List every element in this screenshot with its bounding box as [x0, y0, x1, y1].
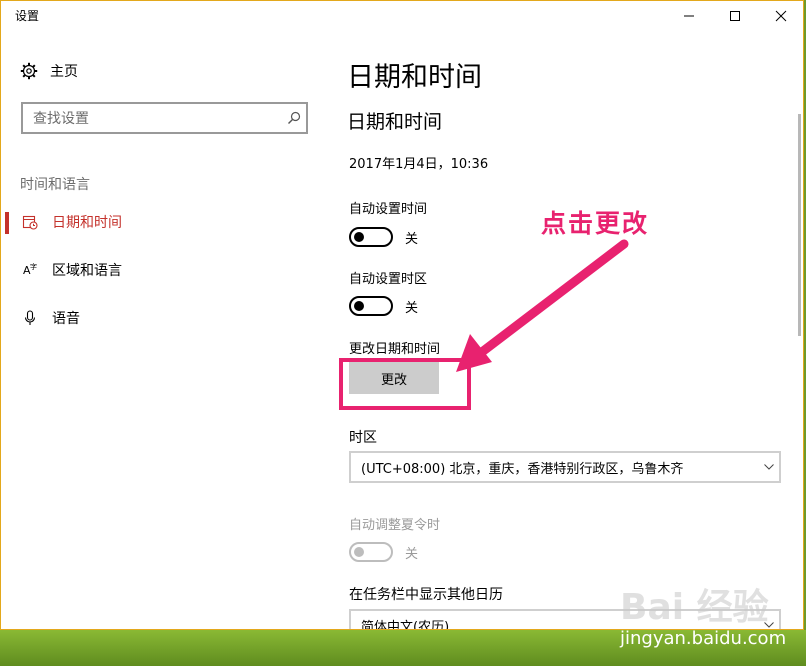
home-label: 主页	[50, 64, 78, 80]
annotation-text: 点击更改	[541, 209, 650, 238]
calendar-clock-icon	[22, 214, 38, 230]
timezone-value: (UTC+08:00) 北京，重庆，香港特别行政区，乌鲁木齐	[361, 461, 684, 477]
page-title: 日期和时间	[347, 62, 482, 93]
sidebar-item-label: 语音	[52, 311, 80, 327]
sidebar-item-label: 区域和语言	[52, 263, 122, 279]
svg-text:字: 字	[30, 262, 37, 271]
auto-timezone-toggle[interactable]	[349, 296, 393, 316]
search-icon[interactable]	[282, 111, 306, 125]
close-icon	[775, 10, 787, 22]
settings-window: 设置 主页 查找设置 时间和语言 日期和时间 A 字 区域和语言 语音 日期和时…	[0, 0, 804, 630]
sidebar: 主页 查找设置 时间和语言 日期和时间 A字 区域和语言 语音	[1, 31, 331, 629]
auto-time-label: 自动设置时间	[349, 202, 428, 217]
window-title: 设置	[15, 9, 40, 23]
dst-toggle	[349, 542, 393, 562]
microphone-icon	[22, 310, 38, 326]
timezone-label: 时区	[349, 430, 377, 446]
sidebar-item-region-language[interactable]: A字 区域和语言	[1, 250, 331, 290]
scrollbar[interactable]	[798, 114, 801, 336]
change-button-highlight	[339, 358, 471, 410]
sidebar-item-speech[interactable]: 语音	[1, 298, 331, 338]
toggle-knob	[354, 232, 364, 242]
watermark-url: jingyan.baidu.com	[620, 628, 787, 649]
sidebar-item-date-time[interactable]: 日期和时间	[1, 202, 331, 242]
auto-timezone-label: 自动设置时区	[349, 272, 428, 287]
search-input[interactable]: 查找设置	[23, 108, 282, 128]
baidu-watermark-logo: Bai 经验	[620, 587, 769, 628]
minimize-icon	[684, 15, 694, 17]
dst-label: 自动调整夏令时	[349, 518, 441, 533]
toggle-knob	[354, 547, 364, 557]
region-language-icon: A字	[22, 262, 38, 278]
dst-state: 关	[405, 547, 419, 562]
maximize-button[interactable]	[712, 1, 758, 31]
search-box[interactable]: 查找设置	[21, 102, 308, 134]
close-button[interactable]	[758, 1, 803, 31]
auto-time-toggle[interactable]	[349, 227, 393, 247]
maximize-icon	[730, 11, 740, 21]
auto-timezone-state: 关	[405, 301, 419, 316]
title-bar[interactable]: 设置	[1, 1, 803, 31]
change-datetime-label: 更改日期和时间	[349, 342, 441, 357]
chevron-down-icon	[759, 464, 779, 470]
timezone-select[interactable]: (UTC+08:00) 北京，重庆，香港特别行政区，乌鲁木齐	[349, 451, 781, 483]
gear-icon	[20, 62, 38, 80]
section-heading: 时间和语言	[20, 177, 90, 193]
extra-calendar-label: 在任务栏中显示其他日历	[349, 587, 503, 603]
minimize-button[interactable]	[666, 1, 712, 31]
sidebar-item-label: 日期和时间	[52, 215, 122, 231]
main-content: 日期和时间 日期和时间 2017年1月4日，10:36 自动设置时间 关 自动设…	[347, 31, 803, 629]
current-datetime: 2017年1月4日，10:36	[349, 157, 489, 172]
active-indicator	[5, 212, 9, 234]
section-title: 日期和时间	[347, 111, 443, 133]
home-link[interactable]: 主页	[20, 61, 78, 81]
toggle-knob	[354, 301, 364, 311]
auto-time-state: 关	[405, 232, 419, 247]
